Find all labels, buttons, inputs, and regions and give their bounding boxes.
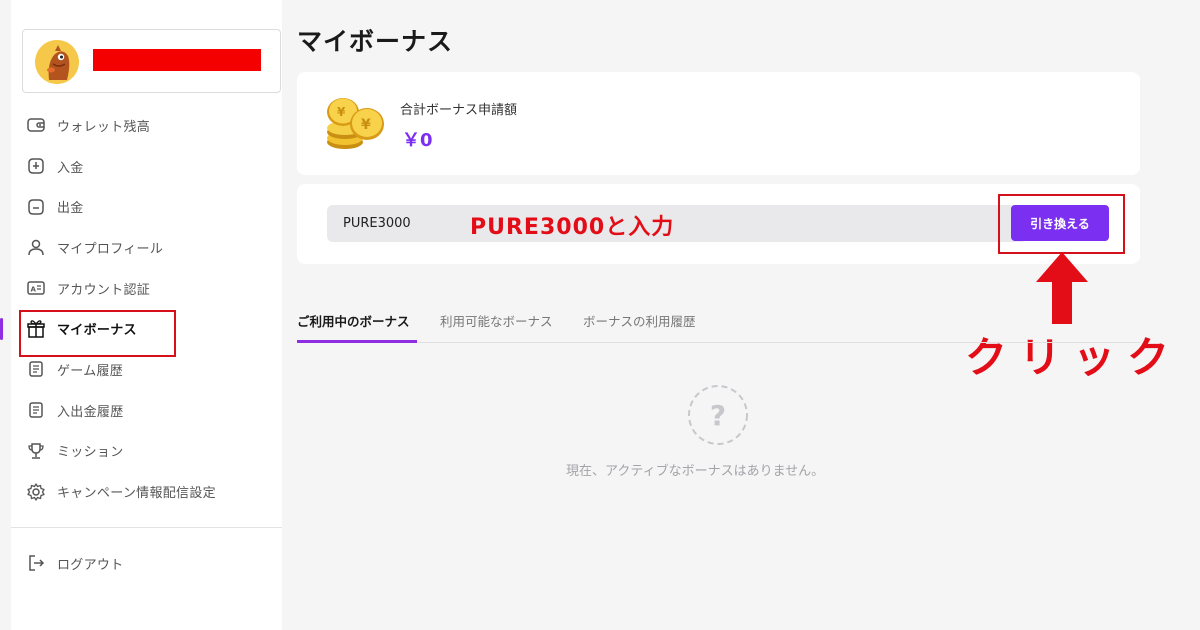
active-tab-underline	[297, 340, 417, 343]
sidebar-item-account-verification[interactable]: A アカウント認証	[11, 268, 282, 309]
sidebar-item-game-history[interactable]: ゲーム履歴	[11, 349, 282, 390]
svg-text:A: A	[31, 286, 37, 294]
sidebar-item-transaction-history[interactable]: 入出金履歴	[11, 390, 282, 431]
logout-icon	[26, 553, 46, 573]
svg-text:?: ?	[710, 399, 726, 432]
active-indicator	[0, 318, 3, 341]
sidebar-item-wallet[interactable]: ウォレット残高	[11, 105, 282, 146]
profile-card[interactable]	[22, 29, 281, 93]
sidebar-menu: ウォレット残高 入金 出金 マイプロフィール A アカウント認証 マイボーナス …	[0, 105, 282, 512]
sidebar-item-my-profile[interactable]: マイプロフィール	[11, 227, 282, 268]
empty-state-message: 現在、アクティブなボーナスはありません。	[566, 464, 825, 479]
coins-icon: ¥ ¥	[327, 98, 384, 149]
sidebar-item-label: ミッション	[57, 445, 124, 461]
bonus-total-label: 合計ボーナス申請額	[400, 103, 518, 118]
id-card-icon: A	[26, 278, 46, 298]
redacted-username	[93, 49, 261, 71]
logout-label: ログアウト	[57, 557, 124, 573]
sidebar-item-label: ウォレット残高	[57, 119, 151, 135]
tab-available-bonuses[interactable]: 利用可能なボーナス	[440, 311, 553, 330]
document-icon	[26, 400, 46, 420]
sidebar-item-my-bonus[interactable]: マイボーナス	[0, 308, 282, 358]
svg-text:¥: ¥	[337, 105, 346, 119]
sidebar-item-label: 入金	[57, 160, 84, 176]
tab-active-bonuses[interactable]: ご利用中のボーナス	[297, 311, 410, 330]
bonus-code-card: PURE3000と入力 引き換える	[297, 184, 1140, 264]
question-mark-icon: ?	[688, 385, 748, 445]
sidebar-item-label: 出金	[57, 201, 84, 217]
sidebar-item-label: ゲーム履歴	[57, 363, 124, 379]
bonus-tabs: ご利用中のボーナス 利用可能なボーナス ボーナスの利用履歴	[297, 303, 1140, 343]
avatar	[35, 40, 79, 84]
redeem-button[interactable]: 引き換える	[1011, 205, 1109, 241]
gear-icon	[26, 482, 46, 502]
wallet-icon	[26, 115, 46, 135]
logout-button[interactable]: ログアウト	[11, 543, 282, 584]
sidebar-item-missions[interactable]: ミッション	[11, 431, 282, 472]
sidebar-item-label: 入出金履歴	[57, 404, 124, 420]
document-icon	[26, 359, 46, 379]
tab-bonus-history[interactable]: ボーナスの利用履歴	[583, 311, 696, 330]
sidebar-item-label: マイボーナス	[57, 323, 137, 339]
sidebar-item-campaign-settings[interactable]: キャンペーン情報配信設定	[11, 471, 282, 512]
trophy-icon	[26, 441, 46, 461]
deposit-icon	[26, 156, 46, 176]
sidebar-item-label: マイプロフィール	[57, 241, 164, 257]
bonus-total-amount: ￥0	[402, 130, 433, 151]
withdraw-icon	[26, 197, 46, 217]
sidebar-item-withdraw[interactable]: 出金	[11, 186, 282, 227]
svg-text:¥: ¥	[361, 117, 371, 133]
sidebar-item-label: キャンペーン情報配信設定	[57, 486, 216, 502]
logout-section: ログアウト	[11, 543, 282, 584]
page-title: マイボーナス	[297, 27, 454, 56]
sidebar: ウォレット残高 入金 出金 マイプロフィール A アカウント認証 マイボーナス …	[0, 0, 282, 630]
sidebar-item-label: アカウント認証	[57, 282, 151, 298]
sidebar-item-deposit[interactable]: 入金	[11, 146, 282, 187]
user-icon	[26, 237, 46, 257]
sidebar-divider	[11, 527, 282, 528]
bonus-summary-card: ¥ ¥ 合計ボーナス申請額 ￥0	[297, 72, 1140, 175]
gift-icon	[26, 319, 46, 339]
bonus-code-input[interactable]	[327, 205, 1027, 242]
